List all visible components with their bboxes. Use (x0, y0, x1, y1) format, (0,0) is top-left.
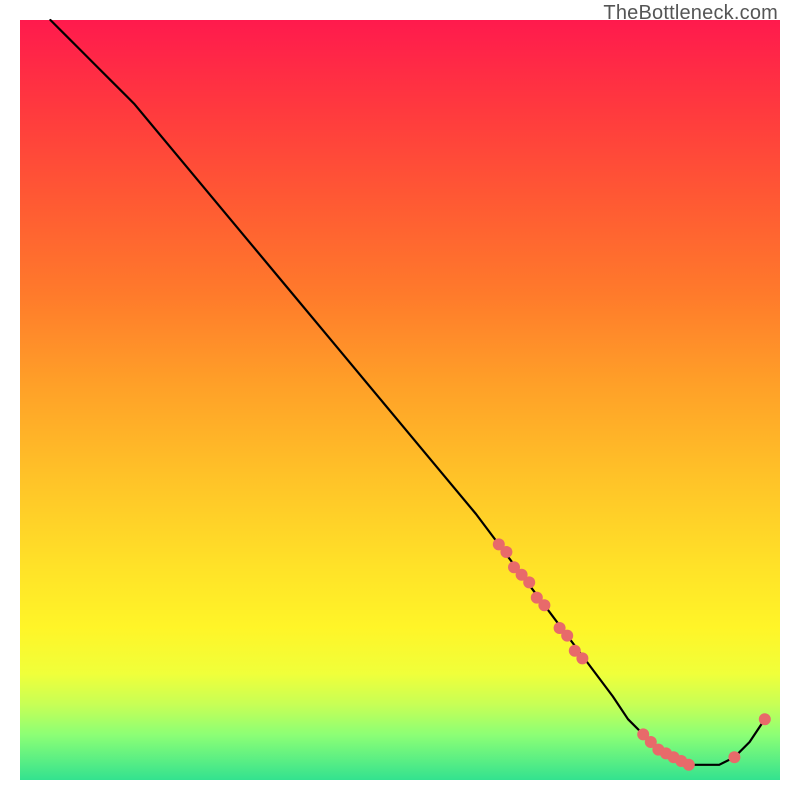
chart-overlay (20, 20, 780, 780)
chart-highlight-dots (493, 538, 771, 770)
chart-container: TheBottleneck.com (0, 0, 800, 800)
chart-curve (50, 20, 764, 765)
